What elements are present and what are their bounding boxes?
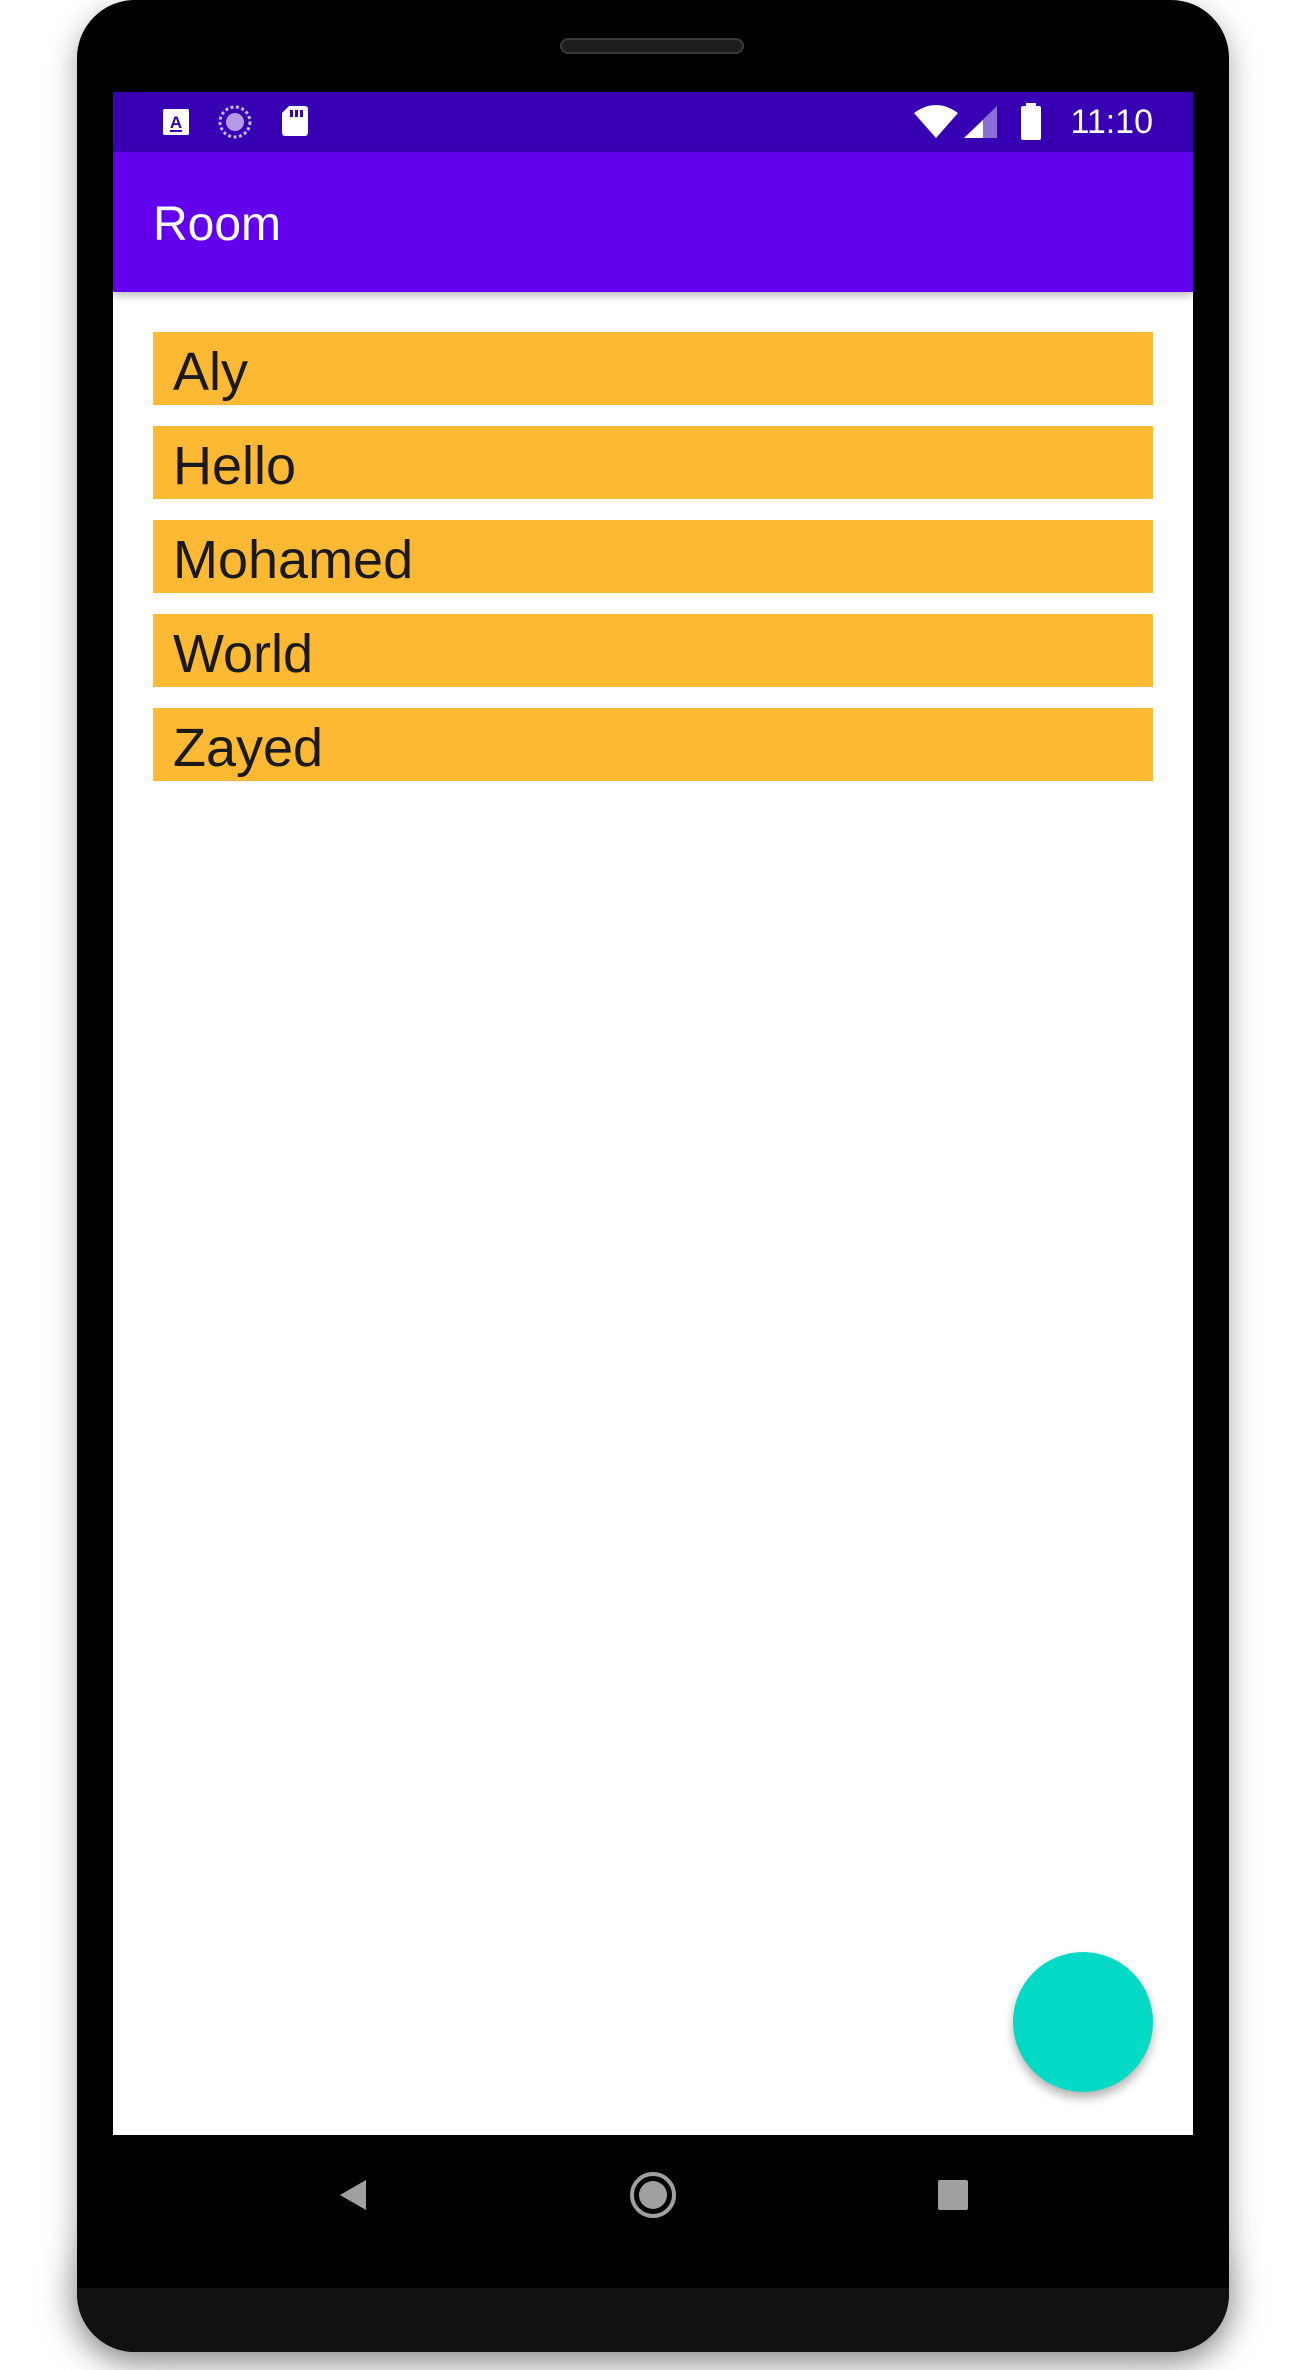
- cell-signal-icon: [963, 106, 999, 138]
- battery-icon: [1020, 103, 1042, 140]
- list-item[interactable]: Hello: [153, 426, 1153, 499]
- recents-button[interactable]: [893, 2135, 1013, 2255]
- list-item[interactable]: Aly: [153, 332, 1153, 405]
- app-bar: Room: [113, 152, 1193, 292]
- home-button[interactable]: [593, 2135, 713, 2255]
- navigation-bar: [113, 2135, 1193, 2255]
- back-icon: [340, 2180, 366, 2210]
- home-icon: [630, 2172, 676, 2218]
- svg-text:A: A: [170, 113, 182, 132]
- wifi-icon: [913, 105, 959, 138]
- add-word-fab-button[interactable]: [1013, 1952, 1153, 2092]
- app-title: Room: [153, 198, 282, 251]
- list-item[interactable]: Mohamed: [153, 520, 1153, 593]
- earpiece-speaker: [560, 38, 744, 54]
- device-screen: A 11:10 Room Aly Hello Mohamed World Zay…: [113, 92, 1193, 2135]
- list-item[interactable]: World: [153, 614, 1153, 687]
- status-time: 11:10: [1070, 103, 1153, 141]
- recents-icon: [938, 2180, 968, 2210]
- font-download-icon: A: [161, 107, 191, 137]
- sd-card-icon: [281, 106, 309, 137]
- list-item[interactable]: Zayed: [153, 708, 1153, 781]
- status-bar: A 11:10: [113, 92, 1193, 152]
- device-bottom-edge: [77, 2288, 1229, 2352]
- back-button[interactable]: [293, 2135, 413, 2255]
- sync-progress-icon: [218, 105, 252, 139]
- word-list: Aly Hello Mohamed World Zayed: [153, 332, 1153, 802]
